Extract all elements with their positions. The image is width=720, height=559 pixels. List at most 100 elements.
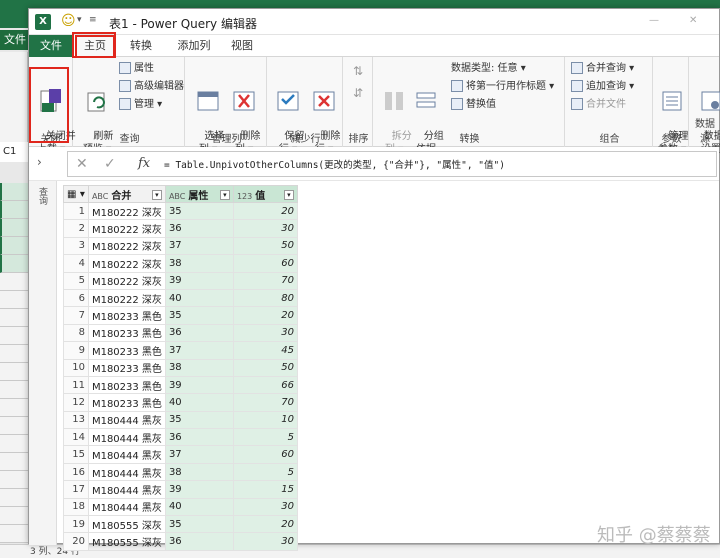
table-row[interactable]: 4 M180222 深灰 38 60 [63,254,298,273]
excel-row[interactable] [0,507,28,525]
filter-dropdown-icon[interactable]: ▾ [219,189,230,200]
table-cell[interactable]: M180233 黑色 [87,306,166,325]
column-header-attribute[interactable]: ABC 属性 ▾ [164,185,234,203]
table-cell[interactable]: 60 [232,254,298,273]
excel-row[interactable] [0,399,28,417]
table-cell[interactable]: 38 [164,358,234,377]
use-first-row-button[interactable]: 将第一行用作标题 ▾ [451,79,554,95]
table-cell[interactable]: 37 [164,341,234,360]
excel-row[interactable] [0,309,28,327]
table-row[interactable]: 19 M180555 深灰 35 20 [63,515,298,534]
table-cell[interactable]: 39 [164,480,234,499]
table-cell[interactable]: 5 [232,428,298,447]
table-cell[interactable]: M180555 深灰 [87,532,166,551]
table-row[interactable]: 14 M180444 黑灰 36 5 [63,428,298,447]
excel-row[interactable] [0,381,28,399]
table-cell[interactable]: 30 [232,532,298,551]
minimize-button[interactable]: — [649,15,659,26]
table-cell[interactable]: 70 [232,271,298,290]
advanced-editor-button[interactable]: 高级编辑器 [119,79,184,95]
table-cell[interactable]: 30 [232,219,298,238]
sort-ascending-icon[interactable]: ⇅ [353,63,363,79]
excel-row[interactable] [0,525,28,543]
excel-row[interactable] [0,219,28,237]
data-type-dropdown[interactable]: 数据类型: 任意 ▾ [451,61,526,77]
table-cell[interactable]: 70 [232,393,298,412]
excel-row[interactable] [0,183,28,201]
manage-button[interactable]: 管理 ▾ [119,97,162,113]
sort-descending-icon[interactable]: ⇵ [353,85,363,101]
append-queries-button[interactable]: 追加查询 ▾ [571,79,634,95]
table-row[interactable]: 7 M180233 黑色 35 20 [63,306,298,325]
dropdown-arrow-icon[interactable]: ▾ [77,15,82,25]
table-cell[interactable]: 35 [164,306,234,325]
table-row[interactable]: 9 M180233 黑色 37 45 [63,341,298,360]
table-cell[interactable]: 39 [164,271,234,290]
filter-dropdown-icon[interactable]: ▾ [283,189,294,200]
table-cell[interactable]: 50 [232,236,298,256]
fx-icon[interactable]: fx [138,156,150,171]
table-cell[interactable]: M180222 深灰 [87,271,166,290]
table-row[interactable]: 15 M180444 黑灰 37 60 [63,445,298,464]
table-cell[interactable]: 38 [164,254,234,273]
table-cell[interactable]: M180555 深灰 [87,515,166,534]
excel-row[interactable] [0,273,28,291]
table-cell[interactable]: M180222 深灰 [87,254,166,273]
table-row[interactable]: 11 M180233 黑色 39 66 [63,375,298,395]
table-row[interactable]: 5 M180222 深灰 39 70 [63,271,298,290]
tab-add-column[interactable]: 添加列 [167,35,221,57]
table-cell[interactable]: M180233 黑色 [87,375,166,395]
table-cell[interactable]: 35 [164,410,234,430]
table-cell[interactable]: M180444 黑灰 [87,497,166,517]
table-row[interactable]: 18 M180444 黑灰 40 30 [63,497,298,517]
table-cell[interactable]: M180444 黑灰 [87,445,166,464]
confirm-formula-button[interactable]: ✓ [104,156,116,172]
customize-quick-access-icon[interactable]: ≡ [89,15,97,25]
table-cell[interactable]: M180233 黑色 [87,323,166,343]
table-row[interactable]: 2 M180222 深灰 36 30 [63,219,298,238]
table-row[interactable]: 16 M180444 黑灰 38 5 [63,462,298,482]
table-cell[interactable]: 40 [164,393,234,412]
table-cell[interactable]: 45 [232,341,298,360]
filter-dropdown-icon[interactable]: ▾ [151,189,162,200]
replace-values-button[interactable]: 替换值 [451,97,496,113]
smiley-feedback-icon[interactable]: ☺ [61,13,76,29]
table-cell[interactable]: M180233 黑色 [87,341,166,360]
table-cell[interactable]: 30 [232,323,298,343]
excel-row[interactable] [0,435,28,453]
table-cell[interactable]: 36 [164,532,234,551]
excel-cell-reference[interactable]: C1 [0,142,28,162]
table-cell[interactable]: 38 [164,462,234,482]
combine-files-button[interactable]: 合并文件 [571,97,626,113]
expand-queries-icon[interactable]: › [37,155,42,169]
excel-row[interactable] [0,291,28,309]
table-cell[interactable]: 5 [232,462,298,482]
table-cell[interactable]: M180444 黑灰 [87,480,166,499]
table-cell[interactable]: 40 [164,288,234,308]
table-cell[interactable]: 20 [232,515,298,534]
table-row[interactable]: 3 M180222 深灰 37 50 [63,236,298,256]
table-cell[interactable]: M180222 深灰 [87,288,166,308]
column-header-value[interactable]: 123 值 ▾ [232,185,298,203]
table-cell[interactable]: 15 [232,480,298,499]
table-cell[interactable]: M180222 深灰 [87,236,166,256]
table-cell[interactable]: M180222 深灰 [87,219,166,238]
table-cell[interactable]: 20 [232,306,298,325]
queries-pane[interactable]: 查询 [29,181,57,545]
tab-view[interactable]: 视图 [225,35,259,57]
table-cell[interactable]: 60 [232,445,298,464]
excel-row[interactable] [0,471,28,489]
excel-row[interactable] [0,489,28,507]
table-row[interactable]: 12 M180233 黑色 40 70 [63,393,298,412]
table-cell[interactable]: M180444 黑灰 [87,410,166,430]
table-row[interactable]: 10 M180233 黑色 38 50 [63,358,298,377]
excel-row[interactable] [0,255,28,273]
table-cell[interactable]: 36 [164,219,234,238]
merge-queries-button[interactable]: 合并查询 ▾ [571,61,634,77]
table-cell[interactable]: 35 [164,515,234,534]
table-cell[interactable]: 36 [164,323,234,343]
table-cell[interactable]: 10 [232,410,298,430]
table-cell[interactable]: M180222 深灰 [87,201,166,221]
table-cell[interactable]: 66 [232,375,298,395]
table-cell[interactable]: M180444 黑灰 [87,428,166,447]
